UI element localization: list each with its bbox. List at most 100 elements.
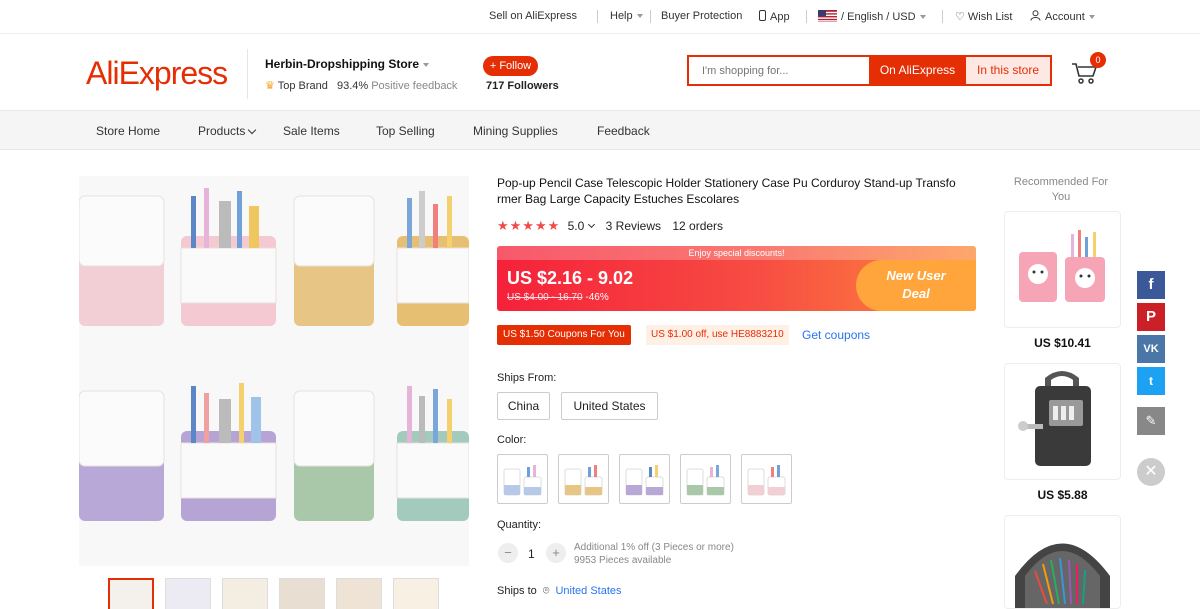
feedback-label: Positive feedback bbox=[371, 80, 458, 92]
color-option-green[interactable] bbox=[680, 454, 731, 504]
quantity-decrease-button[interactable]: − bbox=[498, 543, 518, 563]
ships-from-label: Ships From: bbox=[497, 372, 557, 384]
nav-products[interactable]: Products bbox=[198, 124, 257, 138]
thumbnail-3[interactable] bbox=[222, 578, 268, 609]
get-coupons-link[interactable]: Get coupons bbox=[802, 328, 870, 342]
star-rating-icon: ★★★★★ bbox=[497, 218, 561, 233]
close-icon[interactable]: ✕ bbox=[1137, 458, 1165, 486]
search-input[interactable] bbox=[689, 57, 869, 84]
chevron-down-icon bbox=[248, 125, 257, 135]
cart-count-badge: 0 bbox=[1090, 52, 1106, 68]
person-icon bbox=[1030, 10, 1041, 21]
yellow-case-thumbnail bbox=[564, 465, 603, 496]
recommended-price-1: US $10.41 bbox=[1034, 336, 1091, 350]
original-price-value: US $4.00 - 16.70 bbox=[507, 292, 583, 303]
divider bbox=[806, 10, 807, 23]
nav-mining-supplies[interactable]: Mining Supplies bbox=[473, 124, 558, 138]
recommended-item-2[interactable] bbox=[1004, 363, 1121, 480]
top-brand-label: Top Brand bbox=[277, 80, 328, 92]
color-option-pink[interactable] bbox=[741, 454, 792, 504]
rating-value-label: 5.0 bbox=[567, 219, 585, 233]
new-user-deal-badge[interactable]: New User Deal bbox=[856, 260, 976, 311]
phone-icon bbox=[759, 10, 766, 21]
reviews-link[interactable]: 3 Reviews bbox=[606, 219, 661, 233]
product-main-image[interactable] bbox=[79, 176, 469, 566]
wish-list-label: Wish List bbox=[967, 11, 1013, 23]
ships-from-china[interactable]: China bbox=[497, 392, 550, 420]
edit-pencil-icon[interactable]: ✎ bbox=[1137, 407, 1165, 435]
recommended-price-2: US $5.88 bbox=[1037, 488, 1088, 502]
new-user-line: New User bbox=[886, 268, 946, 283]
ships-to-destination[interactable]: United States bbox=[555, 585, 621, 597]
chevron-down-icon bbox=[919, 15, 926, 20]
deal-line: Deal bbox=[902, 286, 930, 301]
search-in-store-button[interactable]: In this store bbox=[966, 55, 1052, 86]
follow-button[interactable]: + Follow bbox=[483, 56, 538, 76]
divider bbox=[650, 10, 651, 23]
sell-on-aliexpress-link[interactable]: Sell on AliExpress bbox=[489, 10, 577, 22]
wish-list-link[interactable]: ♡ Wish List bbox=[955, 10, 1013, 23]
thumbnail-6[interactable] bbox=[393, 578, 439, 609]
top-bar: Sell on AliExpress Help Buyer Protection… bbox=[0, 0, 1200, 34]
store-name[interactable]: Herbin-Dropshipping Store bbox=[265, 57, 429, 71]
quantity-increase-button[interactable]: + bbox=[546, 543, 566, 563]
discount-banner: Enjoy special discounts! bbox=[497, 246, 976, 260]
medal-icon: ♛ bbox=[265, 80, 275, 92]
nav-top-selling[interactable]: Top Selling bbox=[376, 124, 435, 138]
thumbnail-1[interactable] bbox=[108, 578, 154, 609]
help-menu[interactable]: Help bbox=[610, 10, 643, 22]
nav-sale-items[interactable]: Sale Items bbox=[283, 124, 340, 138]
help-label: Help bbox=[610, 10, 633, 22]
search-on-aliexpress-button[interactable]: On AliExpress bbox=[869, 55, 966, 86]
discount-percent: -46% bbox=[585, 292, 609, 303]
ships-from-united-states[interactable]: United States bbox=[561, 392, 658, 420]
store-name-label: Herbin-Dropshipping Store bbox=[265, 57, 419, 71]
pinterest-share-icon[interactable]: P bbox=[1137, 303, 1165, 331]
recommended-item-1[interactable] bbox=[1004, 211, 1121, 328]
language-currency-selector[interactable]: / English / USD bbox=[818, 10, 926, 23]
thumbnail-4[interactable] bbox=[279, 578, 325, 609]
key-lockbox-thumbnail bbox=[1018, 371, 1091, 466]
recommended-item-3[interactable] bbox=[1004, 515, 1121, 609]
chevron-down-icon bbox=[1088, 15, 1095, 20]
quantity-value[interactable]: 1 bbox=[528, 547, 535, 561]
original-price: US $4.00 - 16.70 -46% bbox=[507, 292, 609, 303]
buyer-protection-link[interactable]: Buyer Protection bbox=[661, 10, 742, 22]
account-menu[interactable]: Account bbox=[1030, 10, 1095, 23]
quantity-note: Additional 1% off (3 Pieces or more) 995… bbox=[574, 541, 734, 567]
color-option-purple[interactable] bbox=[619, 454, 670, 504]
green-case-thumbnail bbox=[686, 465, 725, 496]
stock-available: 9953 Pieces available bbox=[574, 555, 672, 566]
divider bbox=[247, 49, 248, 99]
divider bbox=[597, 10, 598, 23]
thumbnail-2[interactable] bbox=[165, 578, 211, 609]
cat-pencil-case-thumbnail bbox=[1019, 230, 1105, 302]
nav-feedback[interactable]: Feedback bbox=[597, 124, 650, 138]
facebook-share-icon[interactable]: f bbox=[1137, 271, 1165, 299]
price-range: US $2.16 - 9.02 bbox=[507, 268, 634, 288]
color-option-yellow[interactable] bbox=[558, 454, 609, 504]
divider bbox=[942, 10, 943, 23]
app-link[interactable]: App bbox=[759, 10, 790, 23]
pink-case-thumbnail bbox=[747, 465, 786, 496]
promo-code-badge[interactable]: US $1.00 off, use HE8883210 bbox=[646, 325, 789, 345]
followers-count: 717 Followers bbox=[486, 80, 559, 92]
orders-count: 12 orders bbox=[672, 219, 724, 233]
store-header: AliExpress Herbin-Dropshipping Store ♛ T… bbox=[0, 35, 1200, 110]
chevron-down-icon bbox=[423, 62, 429, 67]
rating-value[interactable]: 5.0 bbox=[567, 219, 596, 233]
language-currency-label: / English / USD bbox=[841, 11, 916, 23]
aliexpress-logo[interactable]: AliExpress bbox=[86, 55, 228, 92]
color-option-blue[interactable] bbox=[497, 454, 548, 504]
product-title: Pop-up Pencil Case Telescopic Holder Sta… bbox=[497, 176, 956, 206]
twitter-share-icon[interactable]: t bbox=[1137, 367, 1165, 395]
purple-case-thumbnail bbox=[625, 465, 664, 496]
plus-icon: + bbox=[552, 545, 560, 560]
thumbnail-5[interactable] bbox=[336, 578, 382, 609]
location-pin-icon: ⌾ bbox=[542, 585, 550, 597]
store-coupon-badge[interactable]: US $1.50 Coupons For You bbox=[497, 325, 631, 345]
recommended-title: Recommended For You bbox=[1013, 176, 1109, 203]
nav-store-home[interactable]: Store Home bbox=[96, 124, 160, 138]
vk-share-icon[interactable]: VK bbox=[1137, 335, 1165, 363]
quantity-label: Quantity: bbox=[497, 519, 542, 531]
